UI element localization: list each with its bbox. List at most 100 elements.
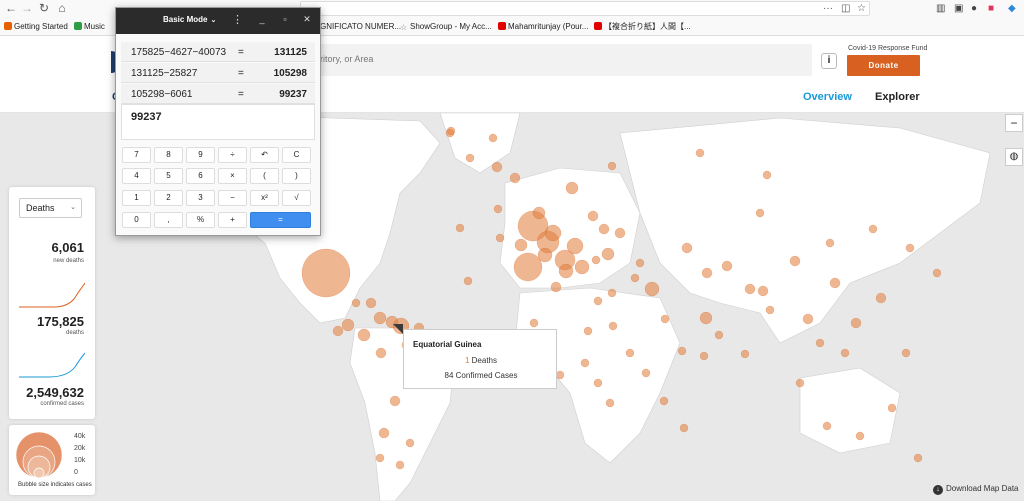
bookmark-item[interactable]: GNIFICATO NUMER...	[320, 20, 401, 34]
case-bubble[interactable]	[598, 223, 610, 235]
undo-key[interactable]: ↶	[250, 147, 279, 163]
case-bubble[interactable]	[681, 242, 693, 254]
case-bubble[interactable]	[509, 172, 521, 184]
percent-key[interactable]: %	[186, 212, 215, 228]
reload-icon[interactable]: ↻	[37, 1, 51, 15]
case-bubble[interactable]	[635, 258, 645, 268]
bookmark-item[interactable]: Music	[74, 20, 105, 34]
case-bubble[interactable]	[544, 224, 562, 242]
pocket-icon[interactable]: ◫	[841, 2, 850, 15]
case-bubble[interactable]	[755, 208, 765, 218]
case-bubble[interactable]	[532, 206, 546, 220]
case-bubble[interactable]	[744, 283, 756, 295]
history-row[interactable]: 131125−25827 = 105298	[121, 63, 315, 83]
case-bubble[interactable]	[378, 427, 390, 439]
case-bubble[interactable]	[932, 268, 942, 278]
case-bubble[interactable]	[815, 338, 825, 348]
tab-overview[interactable]: Overview	[803, 91, 852, 103]
equals-key[interactable]: =	[250, 212, 311, 228]
digit-5-key[interactable]: 5	[154, 168, 183, 184]
case-bubble[interactable]	[714, 330, 724, 340]
case-bubble[interactable]	[625, 348, 635, 358]
case-bubble[interactable]	[855, 431, 865, 441]
case-bubble[interactable]	[607, 161, 617, 171]
case-bubble[interactable]	[840, 348, 850, 358]
case-bubble[interactable]	[514, 238, 528, 252]
case-bubble[interactable]	[375, 347, 387, 359]
case-bubble[interactable]	[566, 237, 584, 255]
bookmark-item[interactable]: 【複合折り紙】人間【...	[594, 20, 691, 34]
digit-0-key[interactable]: 0	[122, 212, 151, 228]
case-bubble[interactable]	[365, 297, 377, 309]
calculator-titlebar[interactable]: Basic Mode ⌄ ⋮ _ ▫ ✕	[116, 8, 320, 34]
home-icon[interactable]: ⌂	[55, 1, 69, 15]
case-bubble[interactable]	[537, 247, 553, 263]
menu-icon[interactable]: ⋮	[232, 13, 243, 27]
case-bubble[interactable]	[614, 227, 626, 239]
case-bubble[interactable]	[583, 326, 593, 336]
globe-icon[interactable]: ◍	[1005, 148, 1023, 166]
extension2-icon[interactable]: ◆	[1008, 2, 1016, 16]
square-key[interactable]: x²	[250, 190, 279, 206]
close-paren-key[interactable]: )	[282, 168, 311, 184]
case-bubble[interactable]	[660, 314, 670, 324]
case-bubble[interactable]	[405, 438, 415, 448]
zoom-out-button[interactable]: −	[1005, 114, 1023, 132]
case-bubble[interactable]	[389, 395, 401, 407]
open-paren-key[interactable]: (	[250, 168, 279, 184]
case-bubble[interactable]	[802, 313, 814, 325]
case-bubble[interactable]	[679, 423, 689, 433]
case-bubble[interactable]	[901, 348, 911, 358]
case-bubble[interactable]	[558, 263, 574, 279]
case-bubble[interactable]	[591, 255, 601, 265]
library-icon[interactable]: ▥	[936, 2, 945, 16]
account-icon[interactable]: ●	[971, 2, 977, 16]
case-bubble[interactable]	[373, 311, 387, 325]
case-bubble[interactable]	[332, 325, 344, 337]
maximize-icon[interactable]: ▫	[279, 14, 291, 24]
case-bubble[interactable]	[529, 318, 539, 328]
subtract-key[interactable]: −	[218, 190, 247, 206]
case-bubble[interactable]	[905, 243, 915, 253]
case-bubble[interactable]	[550, 281, 562, 293]
digit-9-key[interactable]: 9	[186, 147, 215, 163]
case-bubble[interactable]	[565, 181, 579, 195]
case-bubble[interactable]	[721, 260, 733, 272]
case-bubble[interactable]	[495, 233, 505, 243]
extension-icon[interactable]: ■	[988, 2, 994, 16]
case-bubble[interactable]	[593, 296, 603, 306]
case-bubble[interactable]	[740, 349, 750, 359]
case-bubble[interactable]	[395, 460, 405, 470]
url-bar[interactable]: ··· ◫ ☆	[300, 1, 870, 16]
digit-8-key[interactable]: 8	[154, 147, 183, 163]
case-bubble[interactable]	[659, 396, 669, 406]
case-bubble[interactable]	[641, 368, 651, 378]
case-bubble[interactable]	[446, 126, 456, 136]
multiply-key[interactable]: ×	[218, 168, 247, 184]
bookmark-item[interactable]: Mahamritunjay (Pour...	[498, 20, 588, 34]
case-bubble[interactable]	[455, 223, 465, 233]
case-bubble[interactable]	[357, 328, 371, 342]
case-bubble[interactable]	[301, 248, 351, 298]
case-bubble[interactable]	[701, 267, 713, 279]
case-bubble[interactable]	[601, 247, 615, 261]
case-bubble[interactable]	[580, 358, 590, 368]
case-bubble[interactable]	[913, 453, 923, 463]
case-bubble[interactable]	[887, 403, 897, 413]
case-bubble[interactable]	[699, 351, 709, 361]
case-bubble[interactable]	[677, 346, 687, 356]
add-key[interactable]: +	[218, 212, 247, 228]
case-bubble[interactable]	[875, 292, 887, 304]
forward-icon[interactable]: →	[20, 1, 34, 15]
digit-1-key[interactable]: 1	[122, 190, 151, 206]
history-row[interactable]: 105298−6061 = 99237	[121, 84, 315, 104]
info-button[interactable]: i	[821, 53, 837, 69]
case-bubble[interactable]	[829, 277, 841, 289]
history-row[interactable]: 175825−4627−40073 = 131125	[121, 42, 315, 62]
calculator-display[interactable]: 99237	[121, 104, 315, 140]
case-bubble[interactable]	[608, 321, 618, 331]
donate-button[interactable]: Donate	[847, 55, 920, 76]
case-bubble[interactable]	[868, 224, 878, 234]
case-bubble[interactable]	[341, 318, 355, 332]
case-bubble[interactable]	[375, 453, 385, 463]
